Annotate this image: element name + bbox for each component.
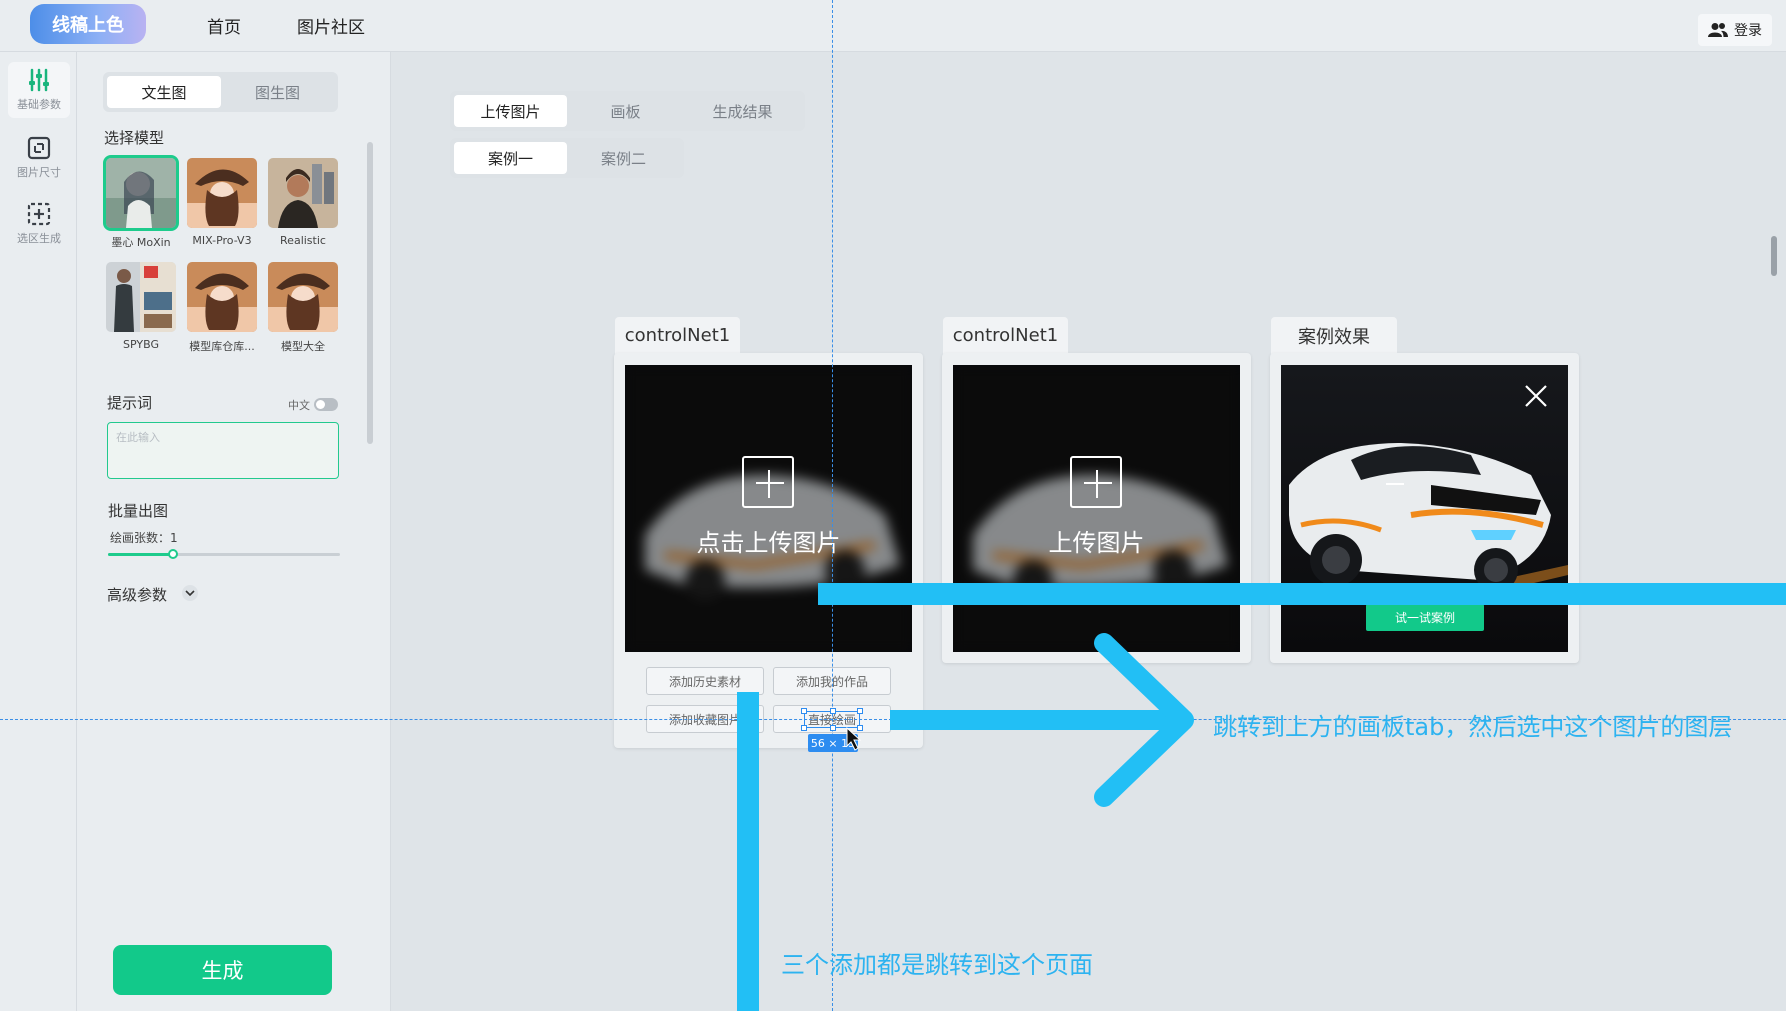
cursor-icon <box>846 726 862 751</box>
annotation-arrows <box>737 583 1786 1011</box>
annotation-bottom-note: 三个添加都是跳转到这个页面 <box>781 951 1093 979</box>
page-scrollbar[interactable] <box>1771 236 1777 276</box>
annotation-right-note: 跳转到上方的画板tab，然后选中这个图片的图层 <box>1213 713 1733 741</box>
